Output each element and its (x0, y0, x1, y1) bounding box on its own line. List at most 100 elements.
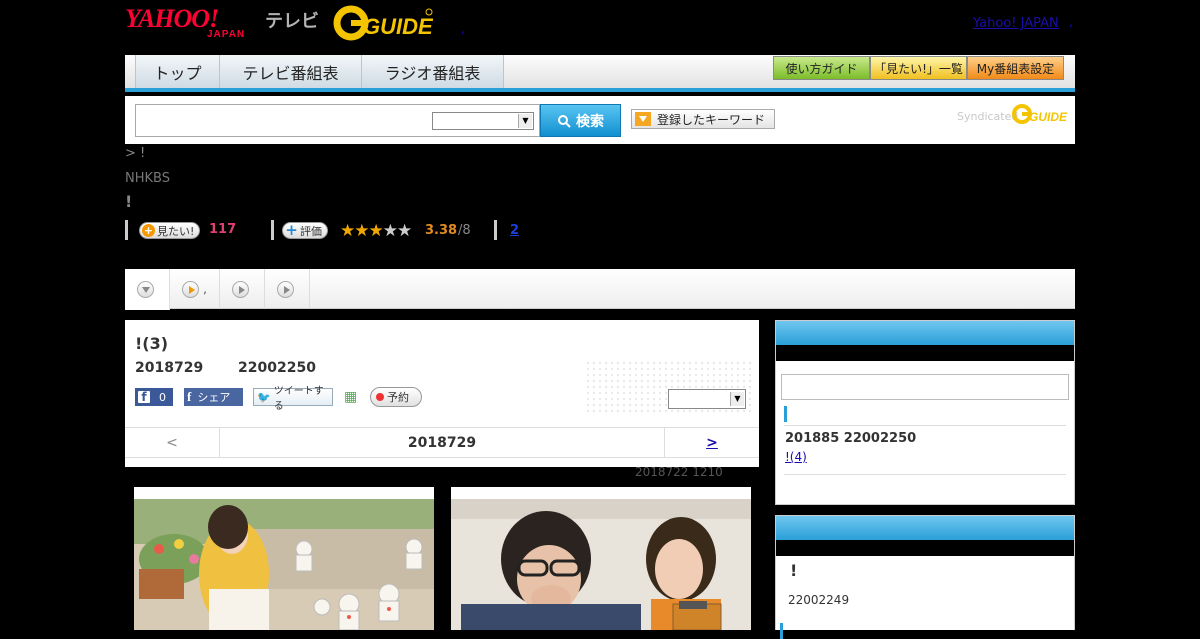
facebook-share-button[interactable]: f シェア (184, 388, 243, 406)
episode-photo[interactable] (134, 487, 434, 630)
related-program-title[interactable]: ! (790, 561, 797, 580)
sidebar-header (776, 321, 1074, 345)
nav-tab-top[interactable]: トップ (135, 55, 220, 88)
gguide-logo-icon: GUIDE (333, 5, 434, 41)
star-icon: ★ (354, 221, 369, 241)
svg-text:GUIDE: GUIDE (1029, 110, 1068, 124)
recorder-select[interactable]: ▼ (668, 389, 746, 409)
select-arrow-icon: ▼ (730, 392, 744, 406)
breadcrumb[interactable]: > ! (125, 146, 145, 161)
yahoo-japan-logo[interactable]: YAHOO! JAPAN (125, 4, 244, 42)
sidebar-next-broadcast: 201885 22002250 !(4) (775, 320, 1075, 505)
plus-icon: + (142, 224, 155, 237)
japan-logo-text: JAPAN (207, 29, 246, 40)
mitai-list-button[interactable]: 「見たい!」一覧 (870, 56, 967, 80)
photo-image (451, 499, 751, 630)
share-label: シェア (197, 391, 231, 404)
star-rating: ★★★★★ (340, 221, 412, 241)
mitai-count: 117 (209, 222, 237, 237)
next-episode-link[interactable]: > (664, 428, 759, 457)
pager-date: 2018729 (407, 434, 477, 451)
rating-count: /8 (458, 223, 471, 238)
tab-3[interactable] (220, 269, 265, 309)
episode-date: 2018729 (135, 360, 204, 376)
tab-overview[interactable] (125, 269, 170, 310)
section-marker (784, 406, 787, 422)
tweet-label: ツイートする (273, 386, 324, 412)
site-header: YAHOO! JAPAN テレビ GUIDE , Yahoo! JAPAN , (125, 0, 1075, 50)
mitai-label: 見たい! (157, 224, 195, 238)
search-button-label: 検索 (576, 113, 604, 130)
review-count-link[interactable]: 2 (510, 223, 519, 238)
select-arrow-icon: ▼ (518, 114, 532, 128)
play-icon (182, 280, 200, 298)
registered-keywords-button[interactable]: 登録したキーワード (631, 109, 775, 129)
tv-label[interactable]: テレビ (265, 7, 319, 33)
tab-label: , (203, 282, 207, 296)
channel-name: NHKBS (125, 171, 170, 186)
star-icon: ★ (382, 221, 398, 241)
tab-2[interactable]: , (170, 269, 220, 309)
facebook-like-button[interactable]: f 0 (135, 388, 173, 406)
search-button[interactable]: 検索 (540, 104, 621, 137)
episode-title: !(3) (135, 334, 169, 353)
star-icon: ★ (340, 221, 355, 241)
sidebar-related: ! 22002249 (775, 515, 1075, 639)
divider (125, 220, 128, 240)
usage-guide-button[interactable]: 使い方ガイド (773, 56, 870, 80)
updated-timestamp: 2018722 1210 (635, 465, 723, 479)
divider (784, 474, 1066, 475)
episode-photo[interactable] (451, 487, 751, 630)
related-program-time: 22002249 (788, 593, 850, 607)
search-icon (558, 114, 571, 128)
chevron-down-icon (136, 280, 154, 298)
divider (784, 425, 1066, 426)
sidebar-band (776, 345, 1074, 361)
play-icon (231, 280, 249, 298)
program-tabs: , (125, 269, 1075, 310)
reserve-button[interactable]: 予約 (370, 387, 422, 407)
separator: , (1069, 15, 1073, 29)
star-icon: ★ (368, 221, 384, 241)
calendar-add-icon: ▦ (344, 389, 358, 405)
divider (271, 220, 274, 240)
evaluate-button[interactable]: + 評価 (282, 222, 328, 239)
reserve-label: 予約 (387, 391, 409, 404)
yahoo-japan-link[interactable]: Yahoo! JAPAN (973, 16, 1059, 31)
tab-4[interactable] (265, 269, 310, 309)
rating-row: + 見たい! 117 + 評価 ★★★★★ 3.38 /8 2 (125, 220, 725, 241)
section-marker (780, 623, 783, 639)
play-icon (276, 280, 294, 298)
nav-tab-radio-guide[interactable]: ラジオ番組表 (362, 55, 504, 88)
evaluate-label: 評価 (300, 224, 322, 238)
sidebar-input[interactable] (781, 374, 1069, 400)
sidebar-header (776, 516, 1074, 540)
separator: , (461, 22, 465, 36)
episode-pager: < 2018729 > (125, 427, 759, 458)
keyword-button-label: 登録したキーワード (657, 112, 766, 127)
record-icon (376, 393, 384, 401)
yahoo-logo-text: YAHOO! (125, 4, 219, 33)
my-guide-settings-button[interactable]: My番組表設定 (967, 56, 1064, 80)
gguide-logo[interactable]: GUIDE (333, 5, 434, 41)
like-count: 0 (159, 390, 166, 404)
svg-text:GUIDE: GUIDE (363, 14, 433, 39)
add-calendar-button[interactable]: ▦ (344, 388, 360, 406)
dropdown-arrow-icon (635, 112, 651, 126)
twitter-bird-icon: 🐦 (257, 390, 271, 404)
previous-episode-button[interactable]: < (125, 428, 220, 457)
sidebar-band (776, 540, 1074, 556)
page-title: ! (125, 192, 133, 211)
episode-panel: !(3) 2018729 22002250 f 0 f シェア 🐦 ツイートする… (125, 320, 759, 467)
search-bar: ▼ 検索 登録したキーワード Syndicated GUIDE (125, 96, 1075, 144)
next-episode-title-link[interactable]: !(4) (785, 450, 807, 464)
tweet-button[interactable]: 🐦 ツイートする (253, 386, 333, 412)
rating-score: 3.38 (425, 223, 458, 238)
star-icon: ★ (397, 221, 412, 241)
mitai-button[interactable]: + 見たい! (139, 222, 201, 239)
nav-tab-tv-guide[interactable]: テレビ番組表 (220, 55, 362, 88)
syndicated-gguide-logo: GUIDE (1012, 104, 1068, 124)
divider (494, 220, 497, 240)
photo-image (134, 499, 434, 630)
search-category-select[interactable]: ▼ (432, 112, 534, 130)
